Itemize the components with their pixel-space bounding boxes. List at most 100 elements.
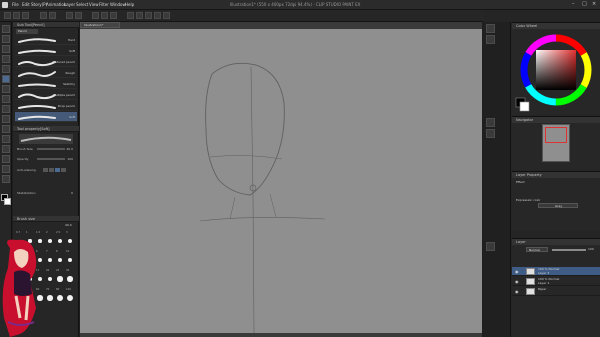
zoom-icon[interactable] — [2, 25, 10, 33]
sub-color-swatch[interactable] — [4, 198, 11, 205]
menu-filter[interactable]: Filter — [99, 2, 109, 7]
layer-tab-icon[interactable] — [486, 242, 495, 251]
pencil-icon[interactable] — [2, 85, 10, 93]
layer-opacity-slider[interactable] — [552, 249, 586, 251]
document-tab[interactable]: Illustration1* — [80, 22, 120, 28]
color-wheel[interactable] — [512, 30, 600, 116]
canvas[interactable] — [80, 29, 482, 334]
clear-icon[interactable] — [66, 12, 73, 19]
layer-row[interactable]: ◉ 100 % Normal Layer 3 — [512, 267, 600, 276]
visibility-eye-icon[interactable]: ◉ — [515, 289, 519, 294]
text-icon[interactable] — [2, 155, 10, 163]
snap-grid-icon[interactable] — [136, 12, 143, 19]
menu-help[interactable]: Help — [125, 2, 134, 7]
menu-file[interactable]: File — [12, 2, 19, 7]
layer-row[interactable]: ◉ 100 % Normal Layer 1 — [512, 277, 600, 286]
deselect-icon[interactable] — [92, 12, 99, 19]
crop-icon[interactable] — [110, 12, 117, 19]
visibility-eye-icon[interactable]: ◉ — [515, 269, 519, 274]
gradient-icon[interactable] — [2, 135, 10, 143]
brush-item[interactable]: Hard — [15, 35, 77, 45]
wheel-sub-color[interactable] — [519, 101, 530, 112]
layer-title: Layer — [516, 240, 526, 244]
anti-aliasing-row[interactable]: Anti-aliasing — [15, 167, 77, 173]
opacity-slider[interactable] — [37, 158, 65, 160]
open-file-icon[interactable] — [13, 12, 20, 19]
mascot-character-overlay — [0, 238, 70, 337]
anti-aliasing-option-2[interactable] — [49, 168, 54, 172]
airbrush-icon[interactable] — [2, 105, 10, 113]
stabilization-row[interactable]: Stabilization 6 — [15, 190, 77, 196]
brush-size-row[interactable]: Brush Size 40.0 — [15, 146, 77, 152]
brush-label: Textured pencil — [52, 60, 75, 64]
save-icon[interactable] — [22, 12, 29, 19]
new-file-icon[interactable] — [4, 12, 11, 19]
pen-icon[interactable] — [2, 75, 10, 83]
material-tab-icon[interactable] — [486, 129, 495, 138]
menu-window[interactable]: Window — [110, 2, 126, 7]
brush-size-option-label: 0.7 — [16, 231, 21, 234]
eyedropper-icon[interactable] — [2, 65, 10, 73]
brush-item[interactable]: Rough — [15, 68, 77, 78]
hue-ring[interactable] — [520, 34, 592, 106]
selection-icon[interactable] — [2, 55, 10, 63]
layer-opacity-value: 100 — [588, 247, 594, 251]
navigator-tab-icon[interactable] — [486, 118, 495, 127]
brush-item[interactable]: Soft — [15, 112, 77, 122]
snap-line-icon[interactable] — [163, 12, 170, 19]
snap-point-icon[interactable] — [154, 12, 161, 19]
redo-icon[interactable] — [49, 12, 56, 19]
menu-edit[interactable]: Edit — [22, 2, 30, 7]
blend-mode-select[interactable]: Normal — [526, 247, 548, 252]
maximize-icon[interactable]: □ — [582, 1, 587, 7]
saturation-value-square[interactable] — [536, 50, 576, 90]
opacity-row[interactable]: Opacity 100 — [15, 156, 77, 162]
transform-icon[interactable] — [75, 12, 82, 19]
layer-property-panel: Layer Property Effect Expression color G… — [512, 171, 600, 231]
color-wheel-title: Color Wheel — [516, 24, 538, 28]
color-wheel-tab-icon[interactable] — [486, 24, 495, 33]
figure-icon[interactable] — [2, 145, 10, 153]
app-icon — [2, 2, 8, 8]
invert-selection-icon[interactable] — [101, 12, 108, 19]
mascot-illustration — [2, 239, 37, 337]
eraser-icon[interactable] — [2, 115, 10, 123]
navigator-header: Navigator — [512, 117, 600, 123]
brush-size-option-label: 2.5 — [56, 231, 61, 234]
brush-item[interactable]: Sketchy — [15, 79, 77, 89]
brush-item[interactable]: Textured pencil — [15, 57, 77, 67]
stabilization-value: 6 — [71, 191, 73, 195]
expression-color-select[interactable]: Gray — [538, 203, 578, 208]
menu-layer[interactable]: Layer — [64, 2, 75, 7]
brush-item[interactable]: Soft — [15, 46, 77, 56]
visibility-eye-icon[interactable]: ◉ — [515, 279, 519, 284]
correct-line-icon[interactable] — [2, 175, 10, 183]
undo-icon[interactable] — [40, 12, 47, 19]
close-icon[interactable]: × — [592, 1, 596, 7]
navigator-viewport[interactable] — [545, 127, 567, 143]
menu-select[interactable]: Select — [76, 2, 88, 7]
layer-name: 100 % Normal Layer 1 — [538, 277, 560, 285]
minimize-icon[interactable]: – — [572, 1, 575, 7]
brush-size-slider[interactable] — [37, 148, 65, 150]
snap-ruler-icon[interactable] — [127, 12, 134, 19]
menu-view[interactable]: View — [89, 2, 99, 7]
snap-guide-icon[interactable] — [145, 12, 152, 19]
navigator-preview[interactable] — [542, 124, 570, 162]
layer-row[interactable]: ◉ Paper — [512, 287, 600, 296]
brush-item[interactable]: Multiple pencil — [15, 90, 77, 100]
move-icon[interactable] — [2, 35, 10, 43]
brush-preview-stroke — [20, 136, 72, 142]
fill-icon[interactable] — [2, 125, 10, 133]
anti-aliasing-option-3[interactable] — [55, 168, 60, 172]
sub-tool-group-tab[interactable]: Pencil — [16, 29, 38, 34]
operation-icon[interactable] — [2, 45, 10, 53]
brush-stroke-preview — [18, 83, 56, 87]
menu-story[interactable]: Story(P) — [31, 2, 47, 7]
balloon-icon[interactable] — [2, 165, 10, 173]
brush-icon[interactable] — [2, 95, 10, 103]
color-set-tab-icon[interactable] — [486, 35, 495, 44]
anti-aliasing-option-1[interactable] — [43, 168, 48, 172]
anti-aliasing-option-4[interactable] — [61, 168, 66, 172]
brush-item[interactable]: Drop pencil — [15, 101, 77, 111]
